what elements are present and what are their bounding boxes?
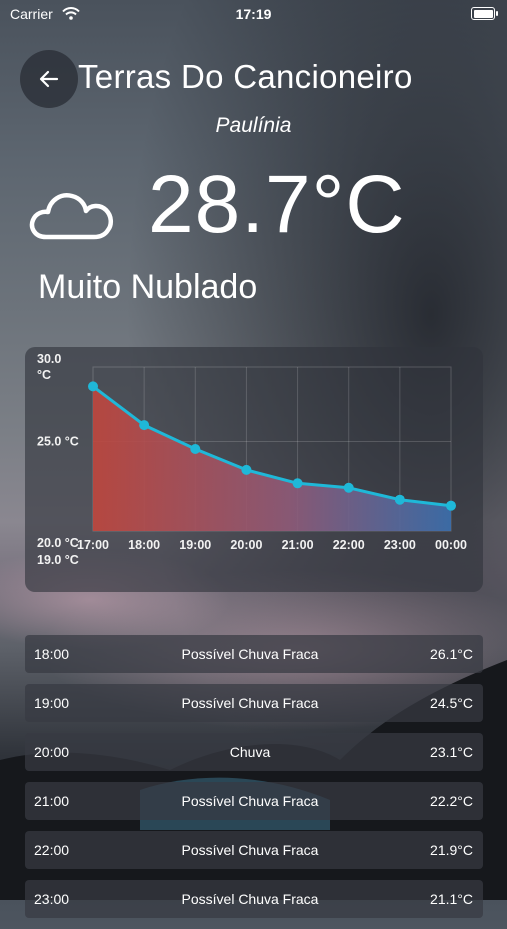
forecast-temperature: 22.2°C bbox=[430, 793, 473, 809]
list-item[interactable]: 21:00 Possível Chuva Fraca 22.2°C bbox=[25, 782, 483, 820]
chart-tick-label: 20:00 bbox=[230, 538, 262, 552]
arrow-left-icon bbox=[39, 70, 59, 88]
forecast-temperature: 21.1°C bbox=[430, 891, 473, 907]
chart-tick-label: 21:00 bbox=[282, 538, 314, 552]
list-item[interactable]: 20:00 Chuva 23.1°C bbox=[25, 733, 483, 771]
chart-svg: 17:00 18:00 19:00 20:00 21:00 22:00 23:00 00:00… bbox=[37, 352, 467, 567]
hourly-forecast-list: 18:00 Possível Chuva Fraca 26.1°C 19:00 … bbox=[25, 635, 483, 929]
battery-icon bbox=[471, 7, 498, 20]
back-button[interactable] bbox=[20, 50, 78, 108]
chart-tick-label: 00:00 bbox=[435, 538, 467, 552]
chart-point bbox=[190, 444, 201, 454]
location-title: Terras Do Cancioneiro bbox=[78, 58, 413, 95]
forecast-temperature: 24.5°C bbox=[430, 695, 473, 711]
chart-tick-label: 23:00 bbox=[384, 538, 416, 552]
chart-point bbox=[241, 464, 252, 475]
chart-point bbox=[446, 500, 456, 511]
forecast-description: Possível Chuva Fraca bbox=[181, 793, 319, 809]
current-temperature: 28.7°C bbox=[148, 159, 406, 250]
chart-point bbox=[88, 381, 98, 392]
list-item[interactable]: 23:00 Possível Chuva Fraca 21.1°C bbox=[25, 880, 483, 918]
forecast-temperature: 21.9°C bbox=[430, 842, 473, 858]
forecast-description: Possível Chuva Fraca bbox=[181, 842, 319, 858]
current-condition: Muito Nublado bbox=[38, 268, 258, 306]
clock: 17:19 bbox=[235, 6, 272, 22]
cloud-icon bbox=[29, 193, 113, 240]
chart-tick-label: 19.0 °C bbox=[37, 553, 79, 567]
forecast-description: Possível Chuva Fraca bbox=[181, 646, 319, 662]
temperature-chart: 17:00 18:00 19:00 20:00 21:00 22:00 23:00 00:00… bbox=[25, 347, 483, 592]
status-bar: Carrier 17:19 bbox=[0, 0, 507, 28]
forecast-description: Possível Chuva Fraca bbox=[181, 891, 319, 907]
forecast-description: Possível Chuva Fraca bbox=[181, 695, 319, 711]
chart-point bbox=[292, 478, 303, 489]
forecast-temperature: 23.1°C bbox=[430, 744, 473, 760]
chart-area-fill bbox=[93, 386, 451, 531]
chart-tick-label: 25.0 °C bbox=[37, 435, 79, 449]
forecast-description: Chuva bbox=[229, 744, 271, 760]
list-item[interactable]: 19:00 Possível Chuva Fraca 24.5°C bbox=[25, 684, 483, 722]
list-item[interactable]: 18:00 Possível Chuva Fraca 26.1°C bbox=[25, 635, 483, 673]
chart-tick-label: 17:00 bbox=[77, 538, 109, 552]
list-item[interactable]: 22:00 Possível Chuva Fraca 21.9°C bbox=[25, 831, 483, 869]
chart-tick-label: 20.0 °C bbox=[37, 536, 79, 550]
forecast-temperature: 26.1°C bbox=[430, 646, 473, 662]
chart-tick-label: 18:00 bbox=[128, 538, 160, 552]
city-subtitle: Paulínia bbox=[215, 114, 292, 137]
chart-tick-label: 30.0 °C bbox=[37, 352, 61, 382]
chart-tick-label: 19:00 bbox=[179, 538, 211, 552]
chart-tick-label: 22:00 bbox=[333, 538, 365, 552]
chart-point bbox=[139, 420, 150, 431]
chart-point bbox=[343, 482, 354, 493]
chart-point bbox=[394, 494, 405, 505]
